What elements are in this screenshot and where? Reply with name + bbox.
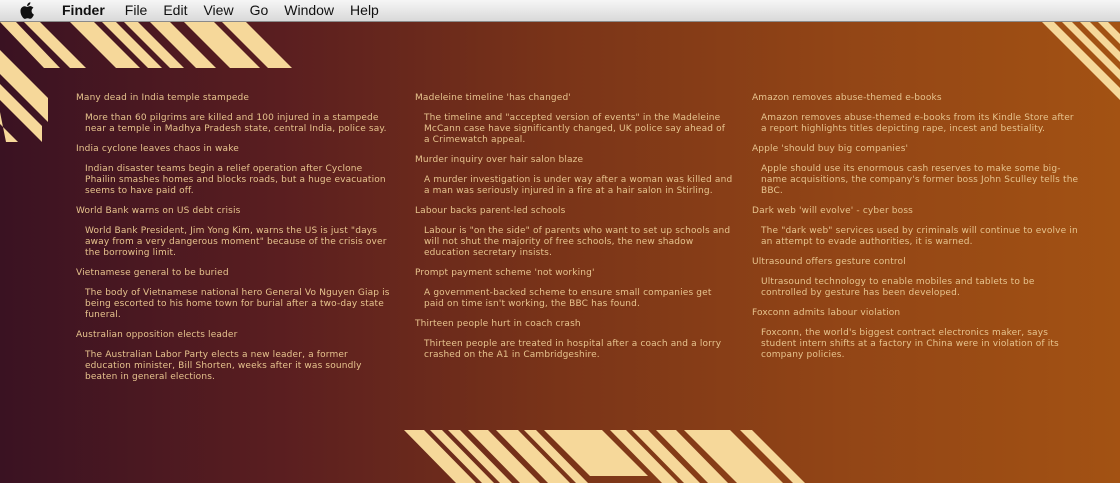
news-column-3: Amazon removes abuse-themed e-books Amaz… [752, 92, 1082, 369]
menu-file[interactable]: File [117, 0, 156, 21]
news-item[interactable]: Prompt payment scheme 'not working' A go… [415, 267, 733, 310]
news-item[interactable]: Australian opposition elects leader The … [76, 329, 396, 383]
news-item[interactable]: Madeleine timeline 'has changed' The tim… [415, 92, 733, 146]
news-summary: A government-backed scheme to ensure sma… [424, 288, 712, 309]
news-headline[interactable]: Labour backs parent-led schools [415, 205, 733, 217]
news-summary: The "dark web" services used by criminal… [761, 226, 1078, 247]
news-item[interactable]: Ultrasound offers gesture control Ultras… [752, 256, 1082, 299]
news-summary: Amazon removes abuse-themed e-books from… [761, 113, 1074, 134]
news-item[interactable]: World Bank warns on US debt crisis World… [76, 205, 396, 259]
news-headline[interactable]: Murder inquiry over hair salon blaze [415, 154, 733, 166]
news-headline[interactable]: Madeleine timeline 'has changed' [415, 92, 733, 104]
news-summary: Indian disaster teams begin a relief ope… [85, 164, 386, 196]
menu-window[interactable]: Window [276, 0, 342, 21]
menu-view[interactable]: View [195, 0, 241, 21]
news-summary: A murder investigation is under way afte… [424, 175, 733, 196]
news-column-2: Madeleine timeline 'has changed' The tim… [415, 92, 733, 369]
news-headline[interactable]: Prompt payment scheme 'not working' [415, 267, 733, 279]
menu-finder[interactable]: Finder [54, 0, 113, 21]
news-item[interactable]: Foxconn admits labour violation Foxconn,… [752, 307, 1082, 361]
news-item[interactable]: Murder inquiry over hair salon blaze A m… [415, 154, 733, 197]
news-item[interactable]: Thirteen people hurt in coach crash Thir… [415, 318, 733, 361]
news-summary: More than 60 pilgrims are killed and 100… [85, 113, 387, 134]
news-summary: Apple should use its enormous cash reser… [761, 164, 1079, 196]
news-headline[interactable]: Dark web 'will evolve' - cyber boss [752, 205, 1082, 217]
menu-help[interactable]: Help [342, 0, 387, 21]
menu-bar: Finder File Edit View Go Window Help [0, 0, 1120, 22]
news-headline[interactable]: Foxconn admits labour violation [752, 307, 1082, 319]
news-item[interactable]: Dark web 'will evolve' - cyber boss The … [752, 205, 1082, 248]
news-summary: The body of Vietnamese national hero Gen… [85, 288, 390, 320]
news-summary: Ultrasound technology to enable mobiles … [761, 277, 1035, 298]
news-item[interactable]: India cyclone leaves chaos in wake India… [76, 143, 396, 197]
news-summary: Foxconn, the world's biggest contract el… [761, 328, 1059, 360]
news-headline[interactable]: Vietnamese general to be buried [76, 267, 396, 279]
news-summary: Labour is "on the side" of parents who w… [424, 226, 731, 258]
news-headline[interactable]: World Bank warns on US debt crisis [76, 205, 396, 217]
news-item[interactable]: Amazon removes abuse-themed e-books Amaz… [752, 92, 1082, 135]
news-headline[interactable]: Thirteen people hurt in coach crash [415, 318, 733, 330]
news-headline[interactable]: India cyclone leaves chaos in wake [76, 143, 396, 155]
news-summary: Thirteen people are treated in hospital … [424, 339, 722, 360]
news-headline[interactable]: Many dead in India temple stampede [76, 92, 396, 104]
stripes-bottom-decoration [404, 430, 805, 483]
news-headline[interactable]: Ultrasound offers gesture control [752, 256, 1082, 268]
news-summary: World Bank President, Jim Yong Kim, warn… [85, 226, 387, 258]
news-headline[interactable]: Apple 'should buy big companies' [752, 143, 1082, 155]
menu-edit[interactable]: Edit [155, 0, 195, 21]
news-headline[interactable]: Amazon removes abuse-themed e-books [752, 92, 1082, 104]
news-summary: The Australian Labor Party elects a new … [85, 350, 362, 382]
news-item[interactable]: Apple 'should buy big companies' Apple s… [752, 143, 1082, 197]
news-column-1: Many dead in India temple stampede More … [76, 92, 396, 391]
news-summary: The timeline and "accepted version of ev… [424, 113, 726, 145]
news-item[interactable]: Labour backs parent-led schools Labour i… [415, 205, 733, 259]
menu-go[interactable]: Go [242, 0, 277, 21]
apple-logo-icon[interactable] [18, 2, 36, 20]
news-item[interactable]: Vietnamese general to be buried The body… [76, 267, 396, 321]
news-item[interactable]: Many dead in India temple stampede More … [76, 92, 396, 135]
news-headline[interactable]: Australian opposition elects leader [76, 329, 396, 341]
